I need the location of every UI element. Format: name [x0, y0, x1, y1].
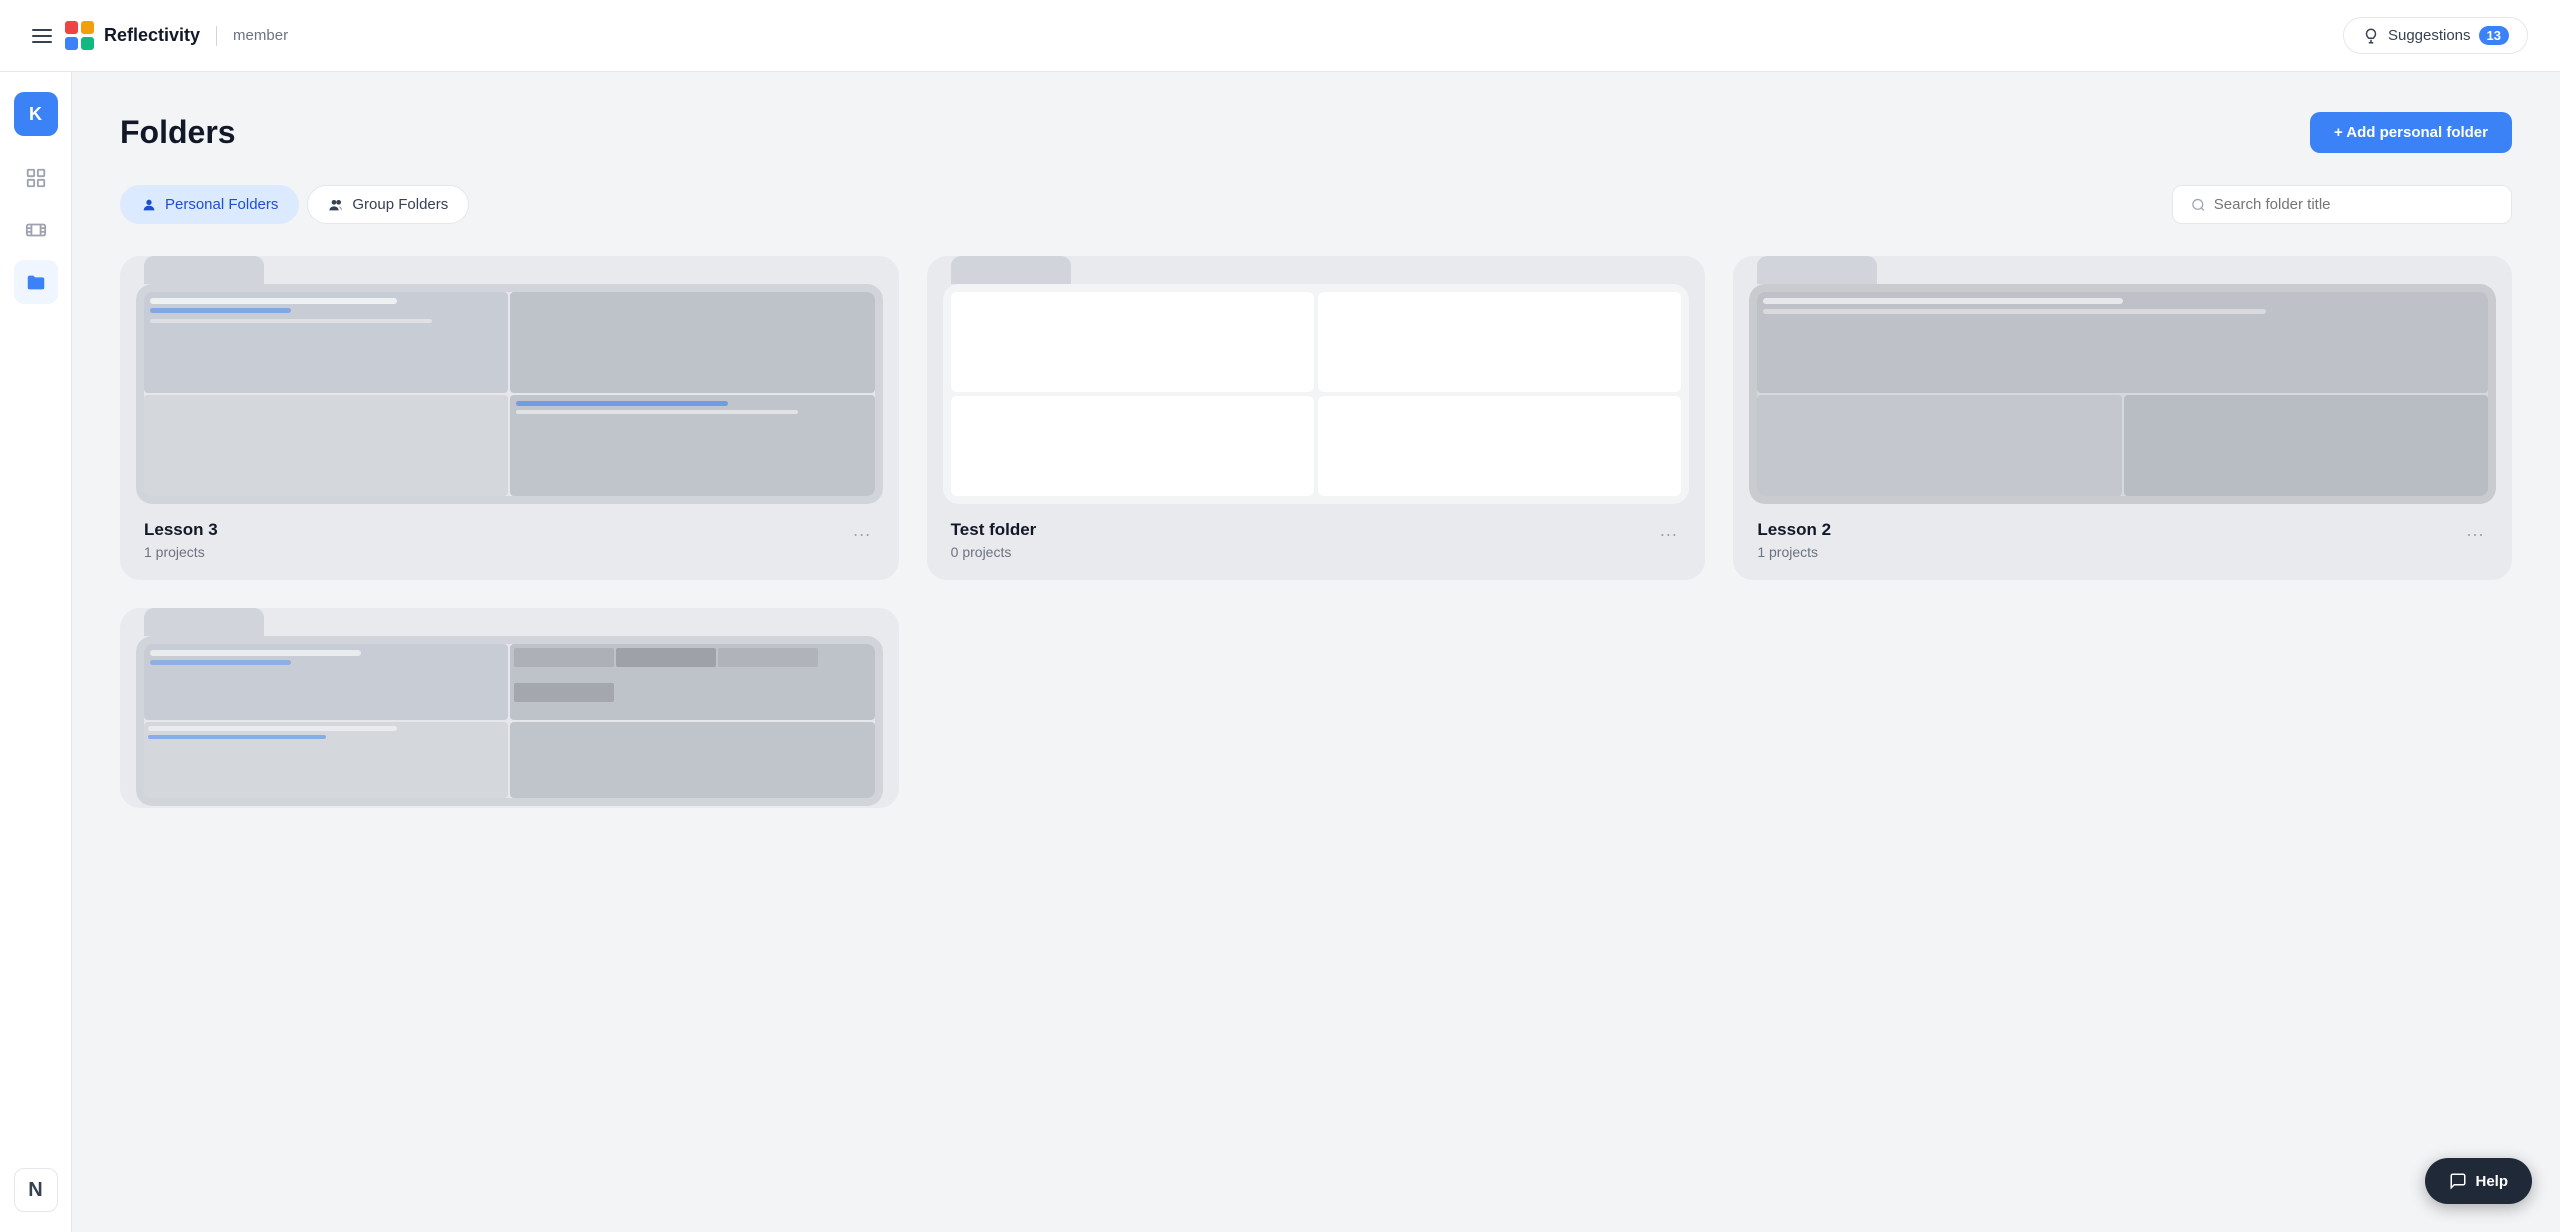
help-label: Help [2475, 1173, 2508, 1190]
filter-row: Personal Folders Group Folders [120, 185, 2512, 224]
sidebar: K N [0, 72, 72, 1232]
folder-tab [951, 256, 1071, 284]
sidebar-item-folders[interactable] [14, 260, 58, 304]
logo: Reflectivity [64, 20, 200, 52]
tab-group-label: Group Folders [352, 196, 448, 213]
tab-group: Personal Folders Group Folders [120, 185, 469, 224]
folder-tab [144, 608, 264, 636]
menu-button[interactable] [32, 29, 52, 43]
dashboard-icon [25, 167, 47, 189]
search-icon [2191, 197, 2206, 213]
folder-preview [136, 284, 883, 504]
tab-personal-folders[interactable]: Personal Folders [120, 185, 299, 224]
folder-info: Lesson 3 1 projects ··· [120, 504, 899, 580]
suggestions-label: Suggestions [2388, 27, 2471, 44]
page-header: Folders + Add personal folder [120, 112, 2512, 153]
folder-menu-button[interactable]: ··· [1655, 520, 1681, 549]
folder-tab [144, 256, 264, 284]
suggestions-button[interactable]: Suggestions 13 [2343, 17, 2528, 54]
folder-card-lesson3[interactable]: Lesson 3 1 projects ··· [120, 256, 899, 580]
folder-name: Lesson 3 [144, 520, 218, 540]
help-button[interactable]: Help [2425, 1158, 2532, 1204]
folder-info: Lesson 2 1 projects ··· [1733, 504, 2512, 580]
folder-grid: Lesson 3 1 projects ··· [120, 256, 2512, 808]
folder-card-lesson1[interactable] [120, 608, 899, 808]
folder-menu-button[interactable]: ··· [849, 520, 875, 549]
avatar[interactable]: K [14, 92, 58, 136]
preview-cell-3 [951, 396, 1314, 496]
folder-name: Test folder [951, 520, 1037, 540]
divider [216, 26, 217, 46]
folder-details: Lesson 2 1 projects [1757, 520, 1831, 560]
tab-personal-label: Personal Folders [165, 196, 278, 213]
topbar: Reflectivity member Suggestions 13 [0, 0, 2560, 72]
search-box [2172, 185, 2512, 224]
preview-grid [943, 284, 1690, 504]
main-content: Folders + Add personal folder Personal F… [72, 72, 2560, 1232]
folder-count: 1 projects [1757, 544, 1831, 560]
preview-cell-1 [951, 292, 1314, 392]
suggestions-count: 13 [2479, 26, 2509, 45]
folder-icon [25, 271, 47, 293]
person-icon [141, 197, 157, 213]
preview-cell-4 [1318, 396, 1681, 496]
folder-count: 1 projects [144, 544, 218, 560]
folder-details: Lesson 3 1 projects [144, 520, 218, 560]
add-folder-button[interactable]: + Add personal folder [2310, 112, 2512, 153]
sidebar-item-notion[interactable]: N [14, 1168, 58, 1212]
folder-name: Lesson 2 [1757, 520, 1831, 540]
folder-menu-button[interactable]: ··· [2462, 520, 2488, 549]
folder-preview [943, 284, 1690, 504]
folder-details: Test folder 0 projects [951, 520, 1037, 560]
topbar-left: Reflectivity member [32, 20, 288, 52]
folder-preview [136, 636, 883, 806]
page-title: Folders [120, 114, 236, 151]
folder-tab [1757, 256, 1877, 284]
lightbulb-icon [2362, 27, 2380, 45]
sidebar-item-film[interactable] [14, 208, 58, 252]
search-input[interactable] [2214, 196, 2493, 213]
group-icon [328, 197, 344, 213]
app-name: Reflectivity [104, 25, 200, 46]
tab-group-folders[interactable]: Group Folders [307, 185, 469, 224]
folder-info: Test folder 0 projects ··· [927, 504, 1706, 580]
film-icon [25, 219, 47, 241]
layout: K N [0, 72, 2560, 1232]
logo-icon [64, 20, 96, 52]
preview-cell-2 [1318, 292, 1681, 392]
folder-card-test[interactable]: Test folder 0 projects ··· [927, 256, 1706, 580]
sidebar-item-dashboard[interactable] [14, 156, 58, 200]
folder-count: 0 projects [951, 544, 1037, 560]
folder-preview [1749, 284, 2496, 504]
folder-card-lesson2[interactable]: Lesson 2 1 projects ··· [1733, 256, 2512, 580]
chat-icon [2449, 1172, 2467, 1190]
app-role: member [233, 27, 288, 44]
